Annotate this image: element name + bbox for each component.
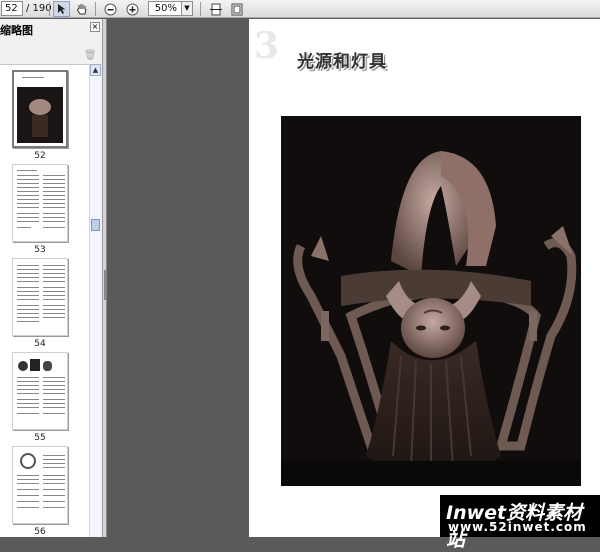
toolbar-divider: [200, 2, 201, 16]
thumbnail-label: 53: [34, 245, 46, 255]
fit-page-button[interactable]: [228, 1, 245, 17]
zoom-in-button[interactable]: [124, 1, 141, 17]
toolbar: 52 / 190 50% ▼: [0, 0, 600, 18]
thumbnail-label: 55: [34, 433, 46, 443]
close-icon: ×: [91, 22, 99, 31]
thumbnails-panel: 缩略图 × 🗑 52 53 54 55 56 ▲: [0, 19, 103, 537]
zoom-out-icon: [104, 3, 117, 15]
thumbnail-page-55[interactable]: [12, 352, 68, 430]
scroll-thumb[interactable]: [91, 219, 100, 231]
fit-width-icon: [209, 3, 222, 15]
thumbnail-page-54[interactable]: [12, 258, 68, 336]
splitter-grip[interactable]: [104, 270, 106, 300]
zoom-dropdown-button[interactable]: ▼: [181, 1, 193, 16]
watermark-logo: Inwet资料素材站 www.52inwet.com: [440, 495, 600, 551]
chapter-title: 光源和灯具: [297, 52, 387, 72]
document-page: 3 光源和灯具: [249, 19, 600, 537]
fit-page-icon: [231, 3, 242, 15]
trash-icon[interactable]: 🗑: [84, 50, 97, 61]
thumbnail-page-56[interactable]: [12, 446, 68, 524]
hand-icon: [76, 3, 86, 14]
chevron-down-icon: ▼: [184, 4, 190, 12]
toolbar-divider: [95, 2, 96, 16]
toolbar-divider: [49, 2, 50, 16]
watermark-url: www.52inwet.com: [448, 520, 587, 534]
zoom-in-icon: [126, 3, 139, 15]
thumbnails-scrollbar[interactable]: ▲: [89, 64, 101, 537]
thumbnail-label: 56: [34, 527, 46, 537]
zoom-input[interactable]: 50%: [148, 1, 182, 16]
thumbnail-list: 52 53 54 55 56: [0, 64, 89, 537]
fit-width-button[interactable]: [207, 1, 224, 17]
panel-title: 缩略图: [0, 24, 33, 37]
cursor-arrow-icon: [57, 4, 65, 14]
thumbnail-page-52[interactable]: [12, 70, 68, 148]
thumbnail-page-53[interactable]: [12, 164, 68, 242]
portrait-photo-image: [281, 116, 581, 486]
scroll-up-button[interactable]: ▲: [90, 64, 101, 76]
chevron-up-icon: ▲: [92, 66, 99, 74]
zoom-out-button[interactable]: [102, 1, 119, 17]
chapter-number: 3: [254, 25, 280, 67]
thumbnail-photo: [17, 87, 63, 143]
thumbnail-label: 54: [34, 339, 46, 349]
page-total: / 190: [26, 3, 52, 14]
close-panel-button[interactable]: ×: [90, 22, 100, 32]
thumbnail-label: 52: [34, 151, 46, 161]
page-number-input[interactable]: 52: [1, 1, 23, 16]
hand-tool-button[interactable]: [73, 1, 90, 17]
page-photo: [281, 116, 581, 486]
select-tool-button[interactable]: [53, 1, 70, 17]
